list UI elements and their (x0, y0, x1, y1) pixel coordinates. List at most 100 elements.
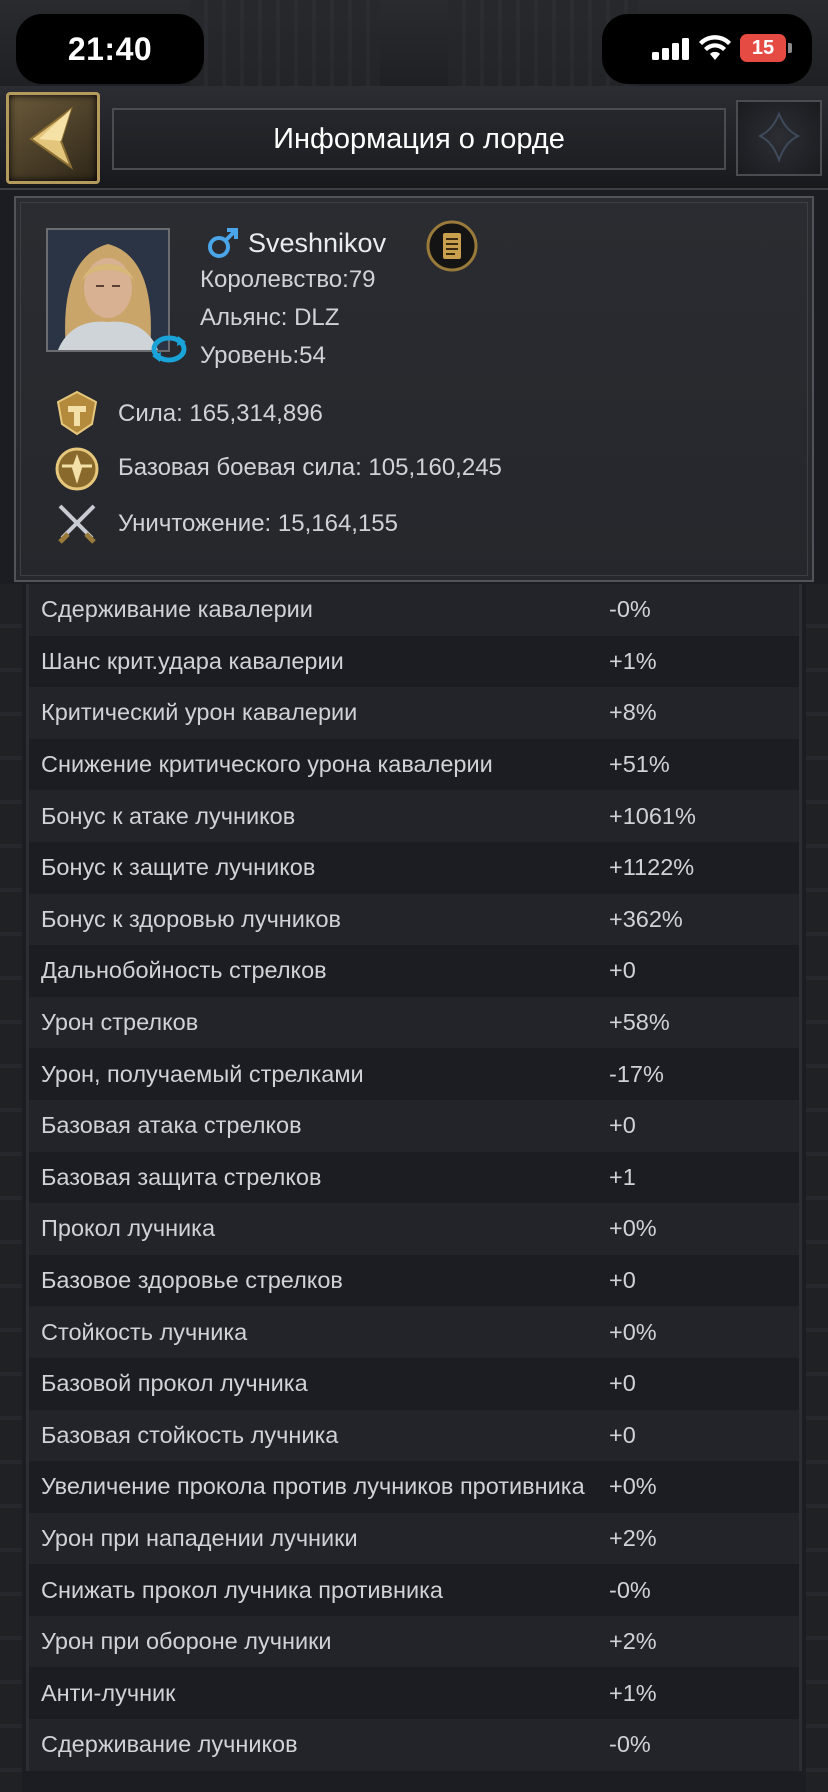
stat-name: Сдерживание лучников (41, 1731, 298, 1758)
stat-name: Бонус к атаке лучников (41, 802, 296, 829)
stat-name: Урон при нападении лучники (41, 1524, 358, 1551)
stat-value: -17% (609, 1060, 664, 1087)
crossed-swords-icon (58, 504, 96, 544)
power-icon (56, 390, 98, 436)
status-decoration-left (190, 0, 380, 88)
alliance-label[interactable]: Альянс: DLZ (200, 304, 339, 332)
stat-name: Урон, получаемый стрелками (41, 1060, 364, 1087)
table-row: Критический урон кавалерии +8% (26, 687, 802, 739)
stat-value: +1061% (609, 802, 696, 829)
table-row: Увеличение прокола против лучников проти… (26, 1461, 802, 1513)
battery-indicator: 15 (740, 34, 786, 62)
stat-name: Базовой прокол лучника (41, 1370, 308, 1397)
stat-name: Стойкость лучника (41, 1318, 248, 1345)
stat-value: +0 (609, 1421, 636, 1448)
fleur-ornament-icon (757, 111, 801, 163)
status-time: 21:40 (67, 30, 153, 67)
side-decoration-right (806, 584, 828, 1792)
table-row: Бонус к здоровью лучников +362% (26, 893, 802, 946)
stat-value: +1% (609, 647, 657, 674)
table-row: Снижать прокол лучника противника -0% (26, 1564, 802, 1616)
stat-value: +8% (609, 699, 657, 726)
stat-value: -0% (609, 1576, 651, 1603)
stat-value: +0 (609, 1370, 636, 1397)
table-row: Урон, получаемый стрелками -17% (26, 1048, 802, 1100)
stat-value: +1% (609, 1679, 657, 1706)
profile-panel: Sveshnikov Королевство:79 Альянс: DLZ Ур… (14, 196, 814, 582)
combat-power-icon (55, 447, 99, 491)
stat-value: +2% (609, 1524, 657, 1551)
stat-name: Базовая защита стрелков (41, 1163, 322, 1190)
stat-name: Урон при обороне лучники (41, 1628, 332, 1655)
table-row: Снижение критического урона кавалерии +51… (26, 738, 802, 791)
table-row: Прокол лучника +0% (26, 1203, 802, 1255)
table-row: Базовая атака стрелков +0 (26, 1099, 802, 1152)
table-row: Анти-лучник +1% (26, 1667, 802, 1720)
back-button[interactable] (6, 92, 100, 184)
stat-name: Увеличение прокола против лучников проти… (41, 1473, 585, 1500)
cellular-signal-icon (652, 38, 690, 60)
back-arrow-icon (29, 106, 74, 170)
stat-value: +0% (609, 1318, 657, 1345)
stats-table: Сдерживание кавалерии -0% Шанс крит.удара … (26, 584, 802, 1771)
refresh-icon[interactable] (150, 332, 188, 366)
kingdom-label: Королевство:79 (200, 266, 376, 293)
side-decoration-left (0, 584, 22, 1792)
table-row: Бонус к атаке лучников +1061% (26, 790, 802, 842)
stat-name: Бонус к здоровью лучников (41, 905, 342, 932)
stat-value: +0% (609, 1473, 657, 1500)
stat-name: Урон стрелков (41, 1009, 199, 1036)
stat-name: Базовая стойкость лучника (41, 1421, 339, 1448)
table-row: Урон стрелков +58% (26, 996, 802, 1049)
stat-name: Дальнобойность стрелков (41, 957, 327, 984)
stat-value: +2% (609, 1628, 657, 1655)
table-row: Урон при обороне лучники +2% (26, 1615, 802, 1668)
table-row: Базовое здоровье стрелков +0 (26, 1254, 802, 1307)
stat-value: +0% (609, 1215, 657, 1242)
table-row: Базовой прокол лучника +0 (26, 1357, 802, 1410)
stat-name: Базовая атака стрелков (41, 1112, 302, 1139)
stat-value: -0% (609, 1731, 651, 1758)
page-title: Информация о лорде (273, 122, 565, 155)
title-frame: Информация о лорде (112, 108, 726, 170)
status-bar: 21:40 15 (0, 0, 828, 88)
stat-value: +0 (609, 1112, 636, 1139)
kills-value: Уничтожение: 15,164,155 (118, 510, 398, 537)
level-label: Уровень:54 (200, 342, 326, 369)
stat-value: +362% (609, 905, 683, 932)
power-value: Сила: 165,314,896 (118, 400, 323, 427)
table-row: Базовая защита стрелков +1 (26, 1151, 802, 1204)
stat-name: Снижение критического урона кавалерии (41, 751, 493, 778)
stat-name: Сдерживание кавалерии (41, 596, 313, 623)
header-ornament (736, 100, 822, 176)
battery-tip (788, 43, 792, 53)
stat-value: +0 (609, 1267, 636, 1294)
stat-value: +1 (609, 1163, 636, 1190)
table-row: Урон при нападении лучники +2% (26, 1512, 802, 1565)
player-name: Sveshnikov (248, 228, 387, 258)
base-combat-power-value: Базовая боевая сила: 105,160,245 (118, 454, 502, 481)
stat-name: Бонус к защите лучников (41, 854, 316, 881)
table-row: Базовая стойкость лучника +0 (26, 1409, 802, 1462)
stat-value: -0% (609, 596, 651, 623)
stat-name: Критический урон кавалерии (41, 699, 358, 726)
header: Информация о лорде (0, 86, 828, 190)
table-row: Стойкость лучника +0% (26, 1306, 802, 1358)
table-row: Дальнобойность стрелков +0 (26, 945, 802, 997)
stat-value: +51% (609, 751, 670, 778)
table-row: Шанс крит.удара кавалерии +1% (26, 635, 802, 688)
wifi-icon (699, 35, 731, 60)
stat-value: +58% (609, 1009, 670, 1036)
stat-value: +0 (609, 957, 636, 984)
stat-name: Прокол лучника (41, 1215, 216, 1242)
male-gender-icon (208, 228, 238, 258)
stat-name: Шанс крит.удара кавалерии (41, 647, 344, 674)
stat-name: Снижать прокол лучника противника (41, 1576, 443, 1603)
stat-name: Базовое здоровье стрелков (41, 1267, 343, 1294)
stat-name: Анти-лучник (41, 1679, 176, 1706)
stat-value: +1122% (609, 854, 695, 881)
notes-icon[interactable] (426, 220, 478, 272)
table-row: Бонус к защите лучников +1122% (26, 841, 802, 894)
table-row: Сдерживание лучников -0% (26, 1719, 802, 1771)
table-row: Сдерживание кавалерии -0% (26, 584, 802, 636)
